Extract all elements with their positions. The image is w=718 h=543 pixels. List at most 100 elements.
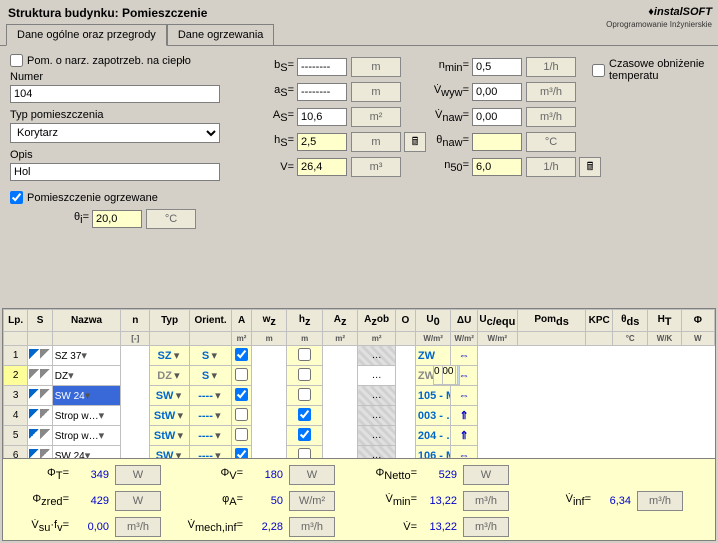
param-unit[interactable]: 1/h xyxy=(526,57,576,77)
param-input[interactable] xyxy=(472,58,522,76)
param-label: V̇wyw= xyxy=(430,84,472,99)
col-header[interactable]: U0 xyxy=(415,310,450,332)
sum-value: 50 xyxy=(245,495,289,507)
table-row[interactable]: 3 SW 24▾ 1 SW▾ ----▾ 4,13 2,80 11… 11… 1… xyxy=(4,386,715,406)
param-input[interactable] xyxy=(297,158,347,176)
sum-value: 2,28 xyxy=(245,521,289,533)
col-header[interactable]: HT xyxy=(648,310,681,332)
table-row[interactable]: 1 SZ 37▾ 1 SZ▾ S▾ 2,78 2,80 7,78 5,68 0,… xyxy=(4,346,715,366)
param-input[interactable] xyxy=(297,58,347,76)
param-unit[interactable]: m³/h xyxy=(526,82,576,102)
param-unit[interactable]: m³ xyxy=(351,157,401,177)
sum-unit[interactable]: W xyxy=(463,465,509,485)
param-unit[interactable]: m xyxy=(351,57,401,77)
brand-subtitle: Oprogramowanie Inżynierskie xyxy=(606,20,712,29)
param-input[interactable] xyxy=(297,133,347,151)
col-header[interactable]: ΔU xyxy=(451,310,478,332)
sum-value: 6,34 xyxy=(593,495,637,507)
param-unit[interactable]: m² xyxy=(351,107,401,127)
theta-i-input[interactable] xyxy=(92,210,142,228)
theta-i-unit[interactable]: °C xyxy=(146,209,196,229)
sum-value: 529 xyxy=(419,469,463,481)
col-header[interactable]: wz xyxy=(252,310,287,332)
param-label: V= xyxy=(255,161,297,173)
param-unit[interactable]: m xyxy=(351,132,401,152)
param-label: nmin= xyxy=(430,59,472,74)
col-header[interactable]: S xyxy=(28,310,52,332)
theta-i-label: θi= xyxy=(50,211,92,226)
sum-label: ΦT= xyxy=(11,467,71,482)
param-label: aS= xyxy=(255,84,297,99)
col-header[interactable]: Azob xyxy=(358,310,396,332)
sum-unit[interactable]: W xyxy=(289,465,335,485)
opis-input[interactable] xyxy=(10,163,220,181)
sum-unit[interactable]: m³/h xyxy=(463,517,509,537)
col-header[interactable]: Typ xyxy=(150,310,190,332)
sum-unit[interactable]: m³/h xyxy=(115,517,161,537)
param-unit[interactable]: °C xyxy=(526,132,576,152)
col-header[interactable]: n xyxy=(121,310,150,332)
col-header[interactable]: Az xyxy=(322,310,357,332)
col-header[interactable]: O xyxy=(395,310,415,332)
col-header[interactable]: θds xyxy=(613,310,648,332)
param-label: AS= xyxy=(255,109,297,124)
sum-label: ΦNetto= xyxy=(359,467,419,482)
opis-label: Opis xyxy=(10,149,225,161)
sum-unit[interactable]: W xyxy=(115,491,161,511)
sum-label: V̇min= xyxy=(359,493,419,508)
sum-unit[interactable]: m³/h xyxy=(637,491,683,511)
typ-label: Typ pomieszczenia xyxy=(10,109,225,121)
sum-label: ΦV= xyxy=(185,467,245,482)
chk-czas-label: Czasowe obniżenie temperatu xyxy=(609,58,718,82)
sum-unit[interactable]: W/m² xyxy=(289,491,335,511)
param-unit[interactable]: 1/h xyxy=(526,157,576,177)
param-input[interactable] xyxy=(297,108,347,126)
chk-czas[interactable] xyxy=(592,64,605,77)
sum-value: 429 xyxy=(71,495,115,507)
col-header[interactable]: hz xyxy=(287,310,322,332)
param-unit[interactable]: m³/h xyxy=(526,107,576,127)
param-label: bS= xyxy=(255,59,297,74)
param-input[interactable] xyxy=(472,158,522,176)
sum-label: V̇inf= xyxy=(533,493,593,508)
table-row[interactable]: 5 Strop w…▾ 1 StW▾ ----▾ 12… 12… 0,64 … … xyxy=(4,426,715,446)
sum-label: Φzred= xyxy=(11,493,71,508)
col-header[interactable]: Orient. xyxy=(190,310,232,332)
chk-heated-label: Pomieszczenie ogrzewane xyxy=(27,192,158,204)
param-input[interactable] xyxy=(297,83,347,101)
typ-select[interactable]: Korytarz xyxy=(10,123,220,143)
sum-value: 349 xyxy=(71,469,115,481)
sum-label: φA= xyxy=(185,493,245,508)
sum-unit[interactable]: m³/h xyxy=(289,517,335,537)
col-header[interactable]: Φ xyxy=(681,310,714,332)
calc-icon[interactable]: 🖩 xyxy=(579,157,601,177)
col-header[interactable]: Pomds xyxy=(517,310,586,332)
param-input[interactable] xyxy=(472,133,522,151)
summary-panel: ΦT= 349 WΦV= 180 WΦNetto= 529 W Φzred= 4… xyxy=(2,458,716,541)
col-header[interactable]: A xyxy=(232,310,252,332)
chk-heated[interactable] xyxy=(10,191,23,204)
param-label: hS= xyxy=(255,134,297,149)
partitions-table: Lp.SNazwanTypOrient.AwzhzAzAzobOU0ΔUUc/e… xyxy=(2,308,716,467)
param-input[interactable] xyxy=(472,108,522,126)
param-label: θnaw= xyxy=(430,134,472,149)
sum-label: V̇mech,inf= xyxy=(185,519,245,534)
sum-unit[interactable]: W xyxy=(115,465,161,485)
sum-label: V̇= xyxy=(359,521,419,533)
table-row[interactable]: 2 DZ▾ 1 DZ▾ S▾ 1,00 2,10 2,10 2,10 2,07 … xyxy=(4,366,715,386)
col-header[interactable]: Uc/equ xyxy=(477,310,517,332)
param-input[interactable] xyxy=(472,83,522,101)
tab-general[interactable]: Dane ogólne oraz przegrody xyxy=(6,24,167,46)
tab-heating[interactable]: Dane ogrzewania xyxy=(167,24,275,45)
numer-input[interactable] xyxy=(10,85,220,103)
chk-pom-narz[interactable] xyxy=(10,54,23,67)
col-header[interactable]: KPC xyxy=(586,310,613,332)
col-header[interactable]: Lp. xyxy=(4,310,28,332)
param-unit[interactable]: m xyxy=(351,82,401,102)
brand-logo: ♦instalSOFT Oprogramowanie Inżynierskie xyxy=(606,2,712,29)
calc-icon[interactable]: 🖩 xyxy=(404,132,426,152)
col-header[interactable]: Nazwa xyxy=(52,310,121,332)
sum-unit[interactable]: m³/h xyxy=(463,491,509,511)
sum-value: 13,22 xyxy=(419,495,463,507)
table-row[interactable]: 4 Strop w…▾ 1 StW▾ ----▾ 12… 12… 0,64 … … xyxy=(4,406,715,426)
